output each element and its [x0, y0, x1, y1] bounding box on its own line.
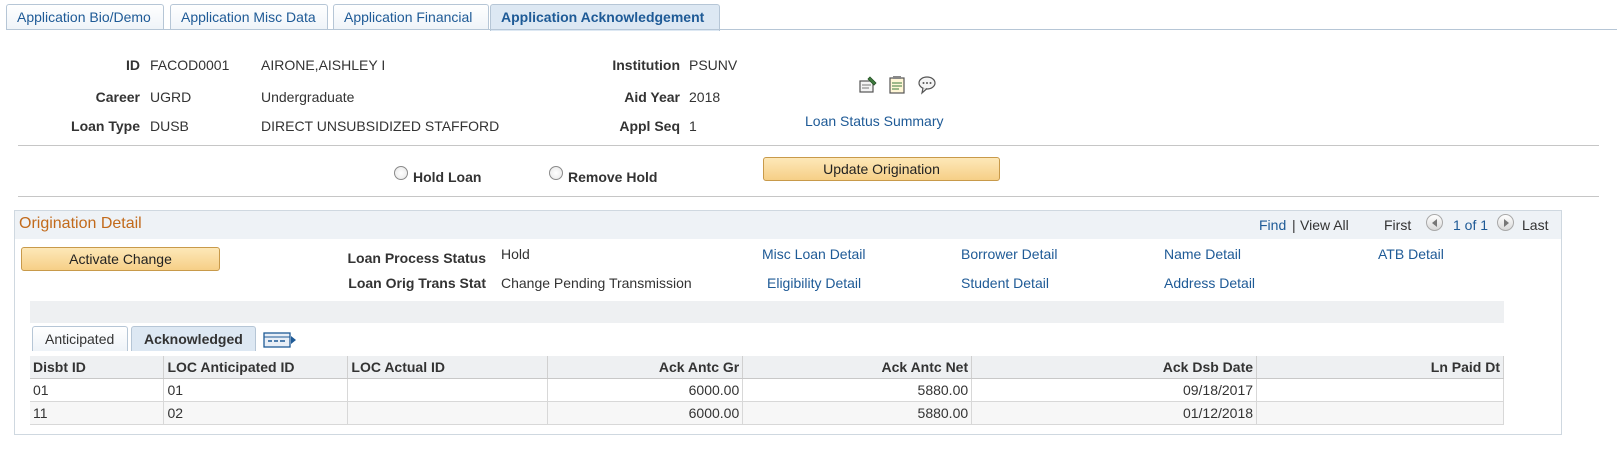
- hold-loan-label: Hold Loan: [413, 169, 482, 185]
- next-row-icon[interactable]: [1497, 214, 1514, 231]
- previous-row-icon[interactable]: [1426, 214, 1443, 231]
- student-name: AIRONE,AISHLEY I: [261, 57, 386, 73]
- find-link[interactable]: Find: [1259, 217, 1286, 233]
- career-value: UGRD: [150, 89, 192, 105]
- first-label: First: [1384, 217, 1412, 233]
- column-header-ln-paid-dt[interactable]: Ln Paid Dt: [1256, 356, 1504, 379]
- tab-application-acknowledgement[interactable]: Application Acknowledgement: [490, 4, 720, 31]
- id-value: FACOD0001: [150, 57, 230, 73]
- activate-change-button[interactable]: Activate Change: [21, 247, 220, 271]
- table-row: 11 02 6000.00 5880.00 01/12/2018: [30, 401, 1504, 425]
- show-all-columns-icon[interactable]: [263, 330, 297, 350]
- loan-orig-trans-stat-label: Loan Orig Trans Stat: [348, 275, 486, 291]
- view-all-link[interactable]: View All: [1300, 217, 1349, 233]
- acknowledged-disbursements-grid: Disbt ID LOC Anticipated ID LOC Actual I…: [30, 356, 1504, 425]
- divider: [18, 196, 1599, 197]
- institution-label: Institution: [612, 57, 680, 73]
- cell-loc-actual-id: [347, 401, 549, 425]
- hold-loan-radio[interactable]: [394, 166, 408, 180]
- grid-header-row: Disbt ID LOC Anticipated ID LOC Actual I…: [30, 356, 1504, 379]
- column-header-disbt-id[interactable]: Disbt ID: [30, 356, 165, 379]
- cell-ln-paid-dt: [1256, 401, 1504, 425]
- cell-disbt-id: 11: [30, 401, 165, 425]
- cell-disbt-id: 01: [30, 378, 165, 402]
- section-title: Origination Detail: [19, 215, 142, 232]
- update-origination-button[interactable]: Update Origination: [763, 157, 1000, 181]
- eligibility-detail-link[interactable]: Eligibility Detail: [767, 275, 861, 291]
- appl-seq-label: Appl Seq: [619, 118, 680, 134]
- career-description: Undergraduate: [261, 89, 355, 105]
- cell-loc-anticipated-id: 01: [163, 378, 349, 402]
- borrower-detail-link[interactable]: Borrower Detail: [961, 246, 1057, 262]
- tab-application-bio-demo[interactable]: Application Bio/Demo: [6, 4, 164, 30]
- tab-divider: [6, 29, 1617, 30]
- remove-hold-radio[interactable]: [549, 166, 563, 180]
- last-label: Last: [1522, 217, 1549, 233]
- aid-year-value: 2018: [689, 89, 721, 105]
- cell-ack-antc-gr: 6000.00: [547, 401, 744, 425]
- divider: [18, 145, 1599, 146]
- column-header-ack-antc-gr[interactable]: Ack Antc Gr: [547, 356, 744, 379]
- loan-type-value: DUSB: [150, 118, 189, 134]
- cell-ack-antc-net: 5880.00: [742, 401, 973, 425]
- column-header-loc-anticipated-id[interactable]: LOC Anticipated ID: [163, 356, 349, 379]
- cell-ack-antc-net: 5880.00: [742, 378, 973, 402]
- column-header-ack-antc-net[interactable]: Ack Antc Net: [742, 356, 973, 379]
- grid-title-bar: [30, 301, 1504, 323]
- tab-acknowledged[interactable]: Acknowledged: [131, 326, 256, 351]
- institution-value: PSUNV: [689, 57, 738, 73]
- row-count: 1 of 1: [1453, 217, 1489, 233]
- name-detail-link[interactable]: Name Detail: [1164, 246, 1241, 262]
- cell-loc-actual-id: [347, 378, 549, 402]
- address-detail-link[interactable]: Address Detail: [1164, 275, 1255, 291]
- tab-anticipated[interactable]: Anticipated: [32, 326, 128, 351]
- notepad-icon[interactable]: [887, 75, 907, 95]
- section-header: Origination Detail Find | View All First…: [15, 211, 1561, 239]
- misc-loan-detail-link[interactable]: Misc Loan Detail: [762, 246, 866, 262]
- aid-year-label: Aid Year: [624, 89, 680, 105]
- cell-ack-antc-gr: 6000.00: [547, 378, 744, 402]
- atb-detail-link[interactable]: ATB Detail: [1378, 246, 1444, 262]
- loan-type-description: DIRECT UNSUBSIDIZED STAFFORD: [261, 118, 500, 134]
- tab-application-financial[interactable]: Application Financial: [333, 4, 489, 30]
- nav-separator: |: [1292, 217, 1296, 233]
- column-header-loc-actual-id[interactable]: LOC Actual ID: [347, 356, 549, 379]
- table-row: 01 01 6000.00 5880.00 09/18/2017: [30, 378, 1504, 402]
- remove-hold-label: Remove Hold: [568, 169, 658, 185]
- appl-seq-value: 1: [689, 118, 697, 134]
- loan-process-status-label: Loan Process Status: [347, 250, 487, 266]
- loan-type-label: Loan Type: [71, 118, 140, 134]
- career-label: Career: [95, 89, 140, 105]
- contact-notes-icon[interactable]: [858, 75, 878, 95]
- loan-status-summary-link[interactable]: Loan Status Summary: [805, 113, 944, 129]
- id-label: ID: [126, 57, 140, 73]
- tab-application-misc-data[interactable]: Application Misc Data: [170, 4, 328, 30]
- comments-icon[interactable]: [917, 75, 937, 95]
- cell-ln-paid-dt: [1256, 378, 1504, 402]
- cell-loc-anticipated-id: 02: [163, 401, 349, 425]
- loan-process-status-value: Hold: [501, 246, 530, 262]
- column-header-ack-dsb-date[interactable]: Ack Dsb Date: [971, 356, 1258, 379]
- loan-orig-trans-stat-value: Change Pending Transmission: [501, 275, 692, 291]
- cell-ack-dsb-date: 09/18/2017: [971, 378, 1258, 402]
- cell-ack-dsb-date: 01/12/2018: [971, 401, 1258, 425]
- student-detail-link[interactable]: Student Detail: [961, 275, 1049, 291]
